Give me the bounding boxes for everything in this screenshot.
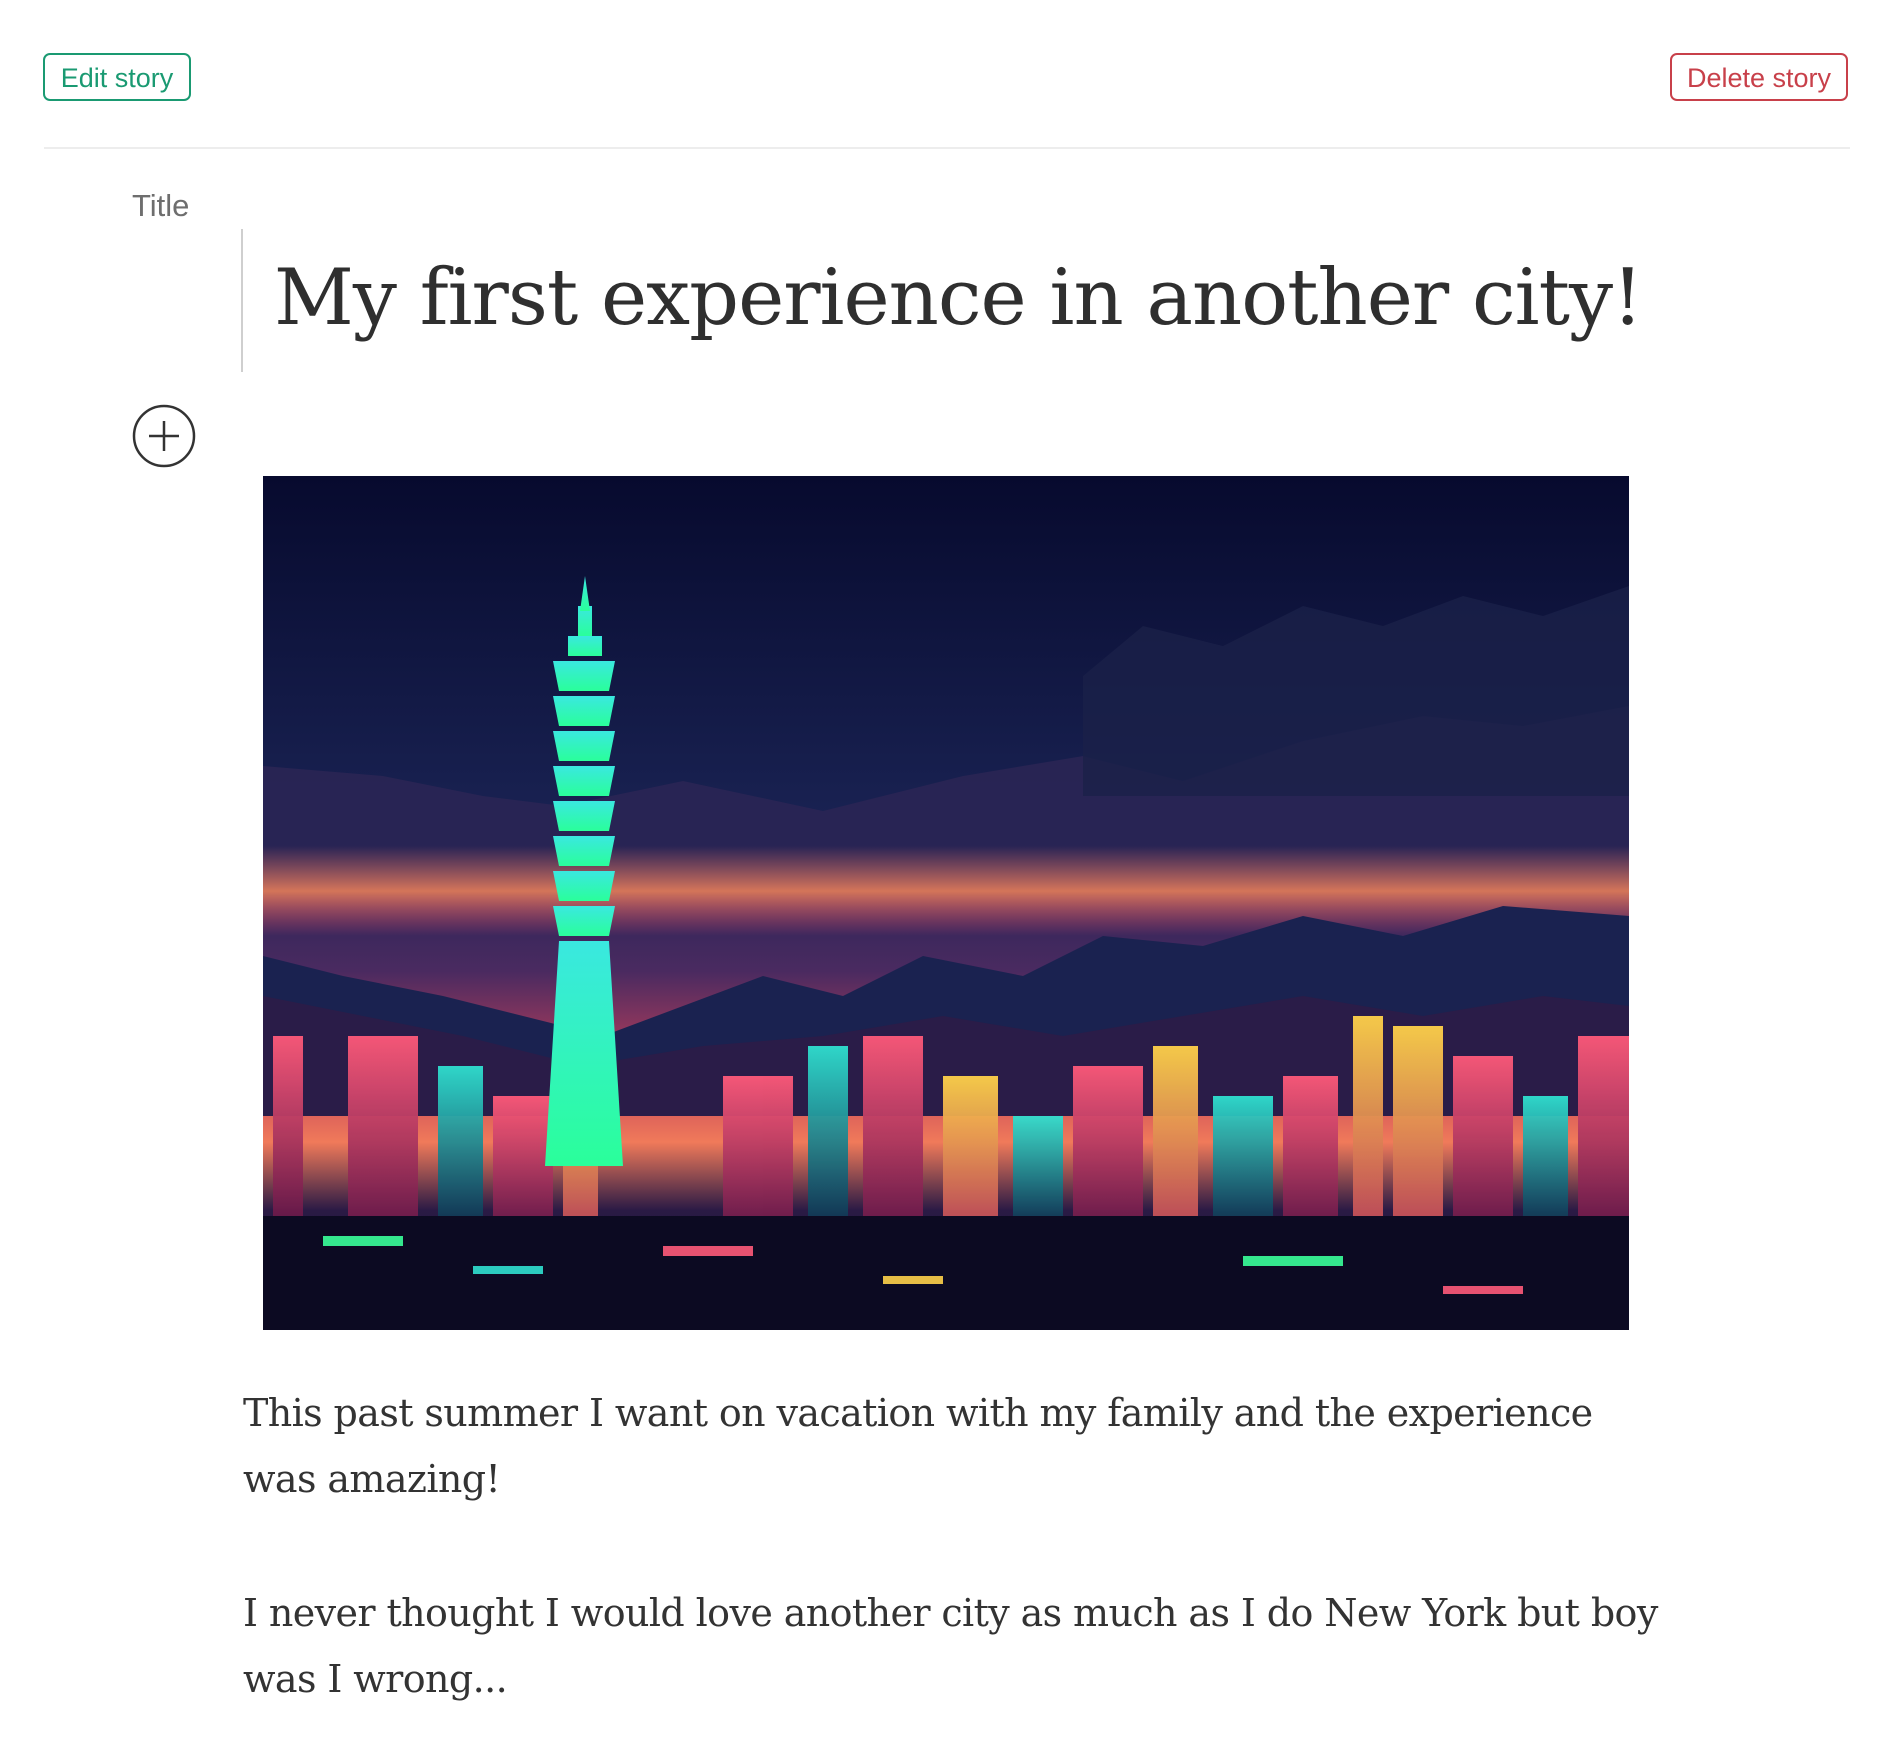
title-caret-bar (241, 229, 243, 372)
edit-story-button[interactable]: Edit story (43, 53, 191, 101)
delete-story-button[interactable]: Delete story (1670, 53, 1848, 101)
toolbar-divider (44, 147, 1850, 149)
story-image[interactable] (263, 476, 1629, 1330)
story-paragraph[interactable]: I never thought I would love another cit… (243, 1580, 1663, 1712)
story-paragraph[interactable]: This past summer I want on vacation with… (243, 1380, 1663, 1512)
title-field-label: Title (132, 188, 190, 223)
story-title[interactable]: My first experience in another city! (274, 248, 1643, 348)
plus-circle-icon[interactable] (131, 403, 197, 469)
